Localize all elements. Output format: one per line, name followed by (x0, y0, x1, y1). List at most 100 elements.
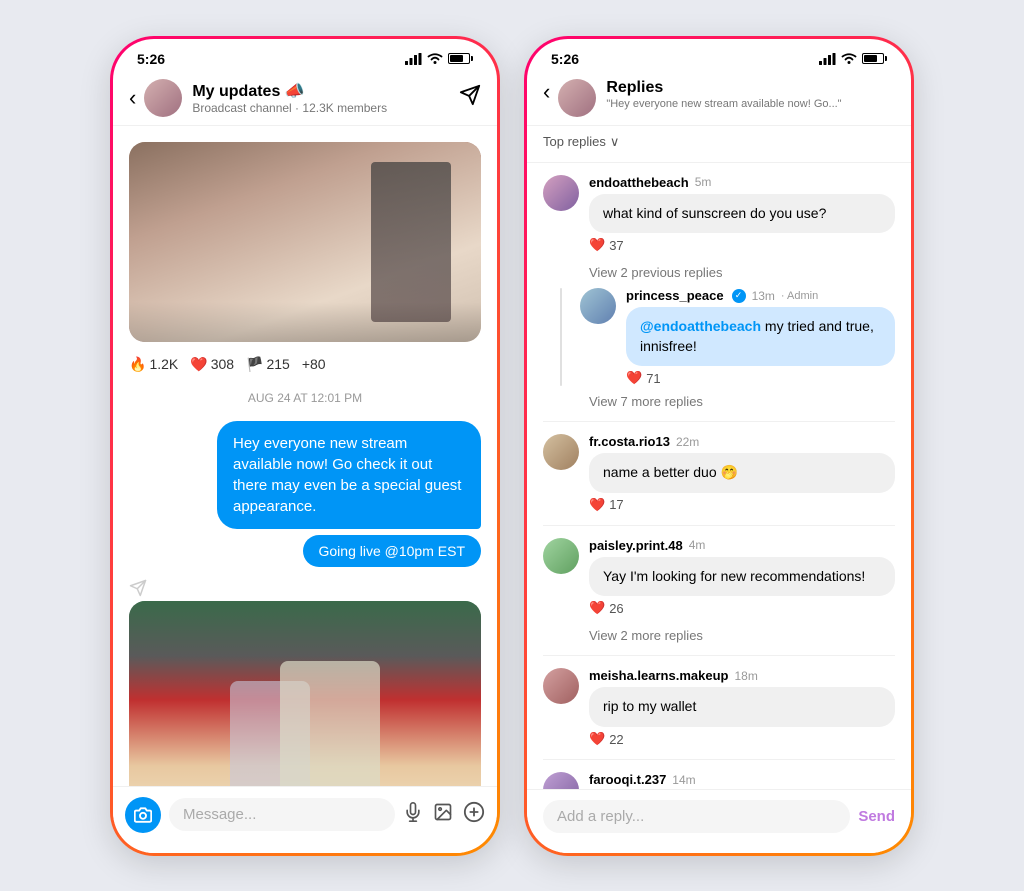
reply-time-3: 4m (689, 538, 706, 552)
replies-area: endoatthebeach 5m what kind of sunscreen… (527, 167, 911, 827)
reactions-row-1: 🔥 1.2K ❤️ 308 🏴 215 +80 (113, 350, 497, 379)
thread-area-1: princess_peace ✓ 13m · Admin @endoattheb… (527, 288, 911, 390)
view-more-replies-1[interactable]: View 7 more replies (527, 390, 911, 417)
replies-title: Replies (606, 79, 895, 97)
reply-bubble-1: what kind of sunscreen do you use? (589, 194, 895, 234)
wifi-icon-right (841, 53, 857, 65)
time-left: 5:26 (137, 51, 165, 67)
reply-count-3: 26 (609, 601, 623, 616)
reaction-fire-1[interactable]: 🔥 1.2K (129, 356, 178, 373)
add-icon[interactable] (463, 801, 485, 828)
reply-group-2: fr.costa.rio13 22m name a better duo 🤭 ❤… (527, 426, 911, 521)
camera-button[interactable] (125, 797, 161, 833)
reply-reactions-thread-1: ❤️ 71 (626, 370, 895, 386)
bubble-small: Going live @10pm EST (303, 535, 482, 567)
signal-icon-right (819, 53, 836, 65)
date-divider: AUG 24 AT 12:01 PM (113, 379, 497, 417)
reply-user-row-2: fr.costa.rio13 22m (589, 434, 895, 449)
reply-time-2: 22m (676, 435, 699, 449)
reaction-heart-1[interactable]: ❤️ 308 (190, 356, 234, 373)
reply-time-5: 14m (672, 773, 695, 787)
channel-title: My updates 📣 (192, 81, 459, 101)
reply-avatar-thread-1 (580, 288, 616, 324)
reply-count-2: 17 (609, 497, 623, 512)
battery-icon-right (862, 53, 887, 64)
view-more-replies-3[interactable]: View 2 more replies (527, 624, 911, 651)
reply-avatar-4 (543, 668, 579, 704)
status-icons-right (819, 53, 887, 65)
time-right: 5:26 (551, 51, 579, 67)
reply-reactions-3: ❤️ 26 (589, 600, 895, 616)
post-image-1 (129, 142, 481, 342)
top-replies-label: Top replies (543, 134, 606, 149)
post-photo-2 (129, 601, 481, 786)
bottom-bar-left: Message... (113, 786, 497, 853)
send-icon-row-2 (129, 579, 481, 601)
reply-user-row-3: paisley.print.48 4m (589, 538, 895, 553)
image-icon[interactable] (433, 802, 453, 827)
reply-username-5: farooqi.t.237 (589, 772, 666, 787)
reply-username-4: meisha.learns.makeup (589, 668, 728, 683)
reply-avatar-1 (543, 175, 579, 211)
heart-icon-4[interactable]: ❤️ (589, 731, 605, 747)
reply-user-row-1: endoatthebeach 5m (589, 175, 895, 190)
heart-icon-thread-1[interactable]: ❤️ (626, 370, 642, 386)
chat-area-left: 🔥 1.2K ❤️ 308 🏴 215 +80 AUG 24 AT 12:01 … (113, 126, 497, 786)
reply-user-row-4: meisha.learns.makeup 18m (589, 668, 895, 683)
reply-bubble-4: rip to my wallet (589, 687, 895, 727)
bottom-icons (403, 801, 485, 828)
reply-bottom-bar: Add a reply... Send (527, 789, 911, 853)
reply-avatar-3 (543, 538, 579, 574)
status-icons-left (405, 53, 473, 65)
back-button-right[interactable]: ‹ (543, 79, 550, 105)
heart-icon-2[interactable]: ❤️ (589, 497, 605, 513)
send-button[interactable]: Send (858, 808, 895, 825)
reply-group-3: paisley.print.48 4m Yay I'm looking for … (527, 530, 911, 625)
back-button-left[interactable]: ‹ (129, 85, 136, 111)
reply-username-3: paisley.print.48 (589, 538, 683, 553)
channel-avatar (144, 79, 182, 117)
battery-icon (448, 53, 473, 64)
chevron-down-icon: ∨ (610, 134, 620, 150)
channel-subtitle: Broadcast channel · 12.3K members (192, 101, 459, 115)
reply-input[interactable]: Add a reply... (543, 800, 850, 833)
reply-count-thread-1: 71 (646, 371, 660, 386)
top-replies-bar[interactable]: Top replies ∨ (527, 126, 911, 158)
reply-bubble-thread-1: @endoatthebeach my tried and true, innis… (626, 307, 895, 366)
reply-reactions-1: ❤️ 37 (589, 237, 895, 253)
reply-user-row-thread-1: princess_peace ✓ 13m · Admin (626, 288, 895, 303)
share-icon[interactable] (459, 84, 481, 111)
reply-user-row-5: farooqi.t.237 14m (589, 772, 895, 787)
reply-reactions-4: ❤️ 22 (589, 731, 895, 747)
reply-time-1: 5m (695, 175, 712, 189)
reply-count-1: 37 (609, 238, 623, 253)
reaction-more-1[interactable]: +80 (302, 356, 326, 372)
admin-badge: · Admin (781, 290, 818, 302)
replies-avatar (558, 79, 596, 117)
view-previous-replies-1[interactable]: View 2 previous replies (527, 261, 911, 288)
reply-group-1: endoatthebeach 5m what kind of sunscreen… (527, 167, 911, 262)
reply-username-1: endoatthebeach (589, 175, 689, 190)
reply-username-thread-1: princess_peace (626, 288, 724, 303)
message-bubbles: Hey everyone new stream available now! G… (113, 417, 497, 575)
bubble-main: Hey everyone new stream available now! G… (217, 421, 481, 529)
mic-icon[interactable] (403, 802, 423, 827)
wifi-icon (427, 53, 443, 65)
reply-avatar-2 (543, 434, 579, 470)
reply-bubble-2: name a better duo 🤭 (589, 453, 895, 493)
replies-subtitle: "Hey everyone new stream available now! … (606, 98, 895, 110)
reaction-flag-1[interactable]: 🏴 215 (246, 356, 290, 373)
chat-header-left: ‹ My updates 📣 Broadcast channel · 12.3K… (113, 71, 497, 126)
reply-bubble-3: Yay I'm looking for new recommendations! (589, 557, 895, 597)
reply-time-thread-1: 13m (752, 289, 775, 303)
left-phone: 5:26 ‹ My update (110, 36, 500, 856)
reply-reactions-2: ❤️ 17 (589, 497, 895, 513)
heart-icon-3[interactable]: ❤️ (589, 600, 605, 616)
header-info-left: My updates 📣 Broadcast channel · 12.3K m… (192, 81, 459, 115)
signal-icon (405, 53, 422, 65)
message-input[interactable]: Message... (169, 798, 395, 831)
heart-icon-1[interactable]: ❤️ (589, 237, 605, 253)
post-photo-1 (129, 142, 481, 342)
reply-time-4: 18m (734, 669, 757, 683)
status-bar-right: 5:26 (527, 39, 911, 71)
